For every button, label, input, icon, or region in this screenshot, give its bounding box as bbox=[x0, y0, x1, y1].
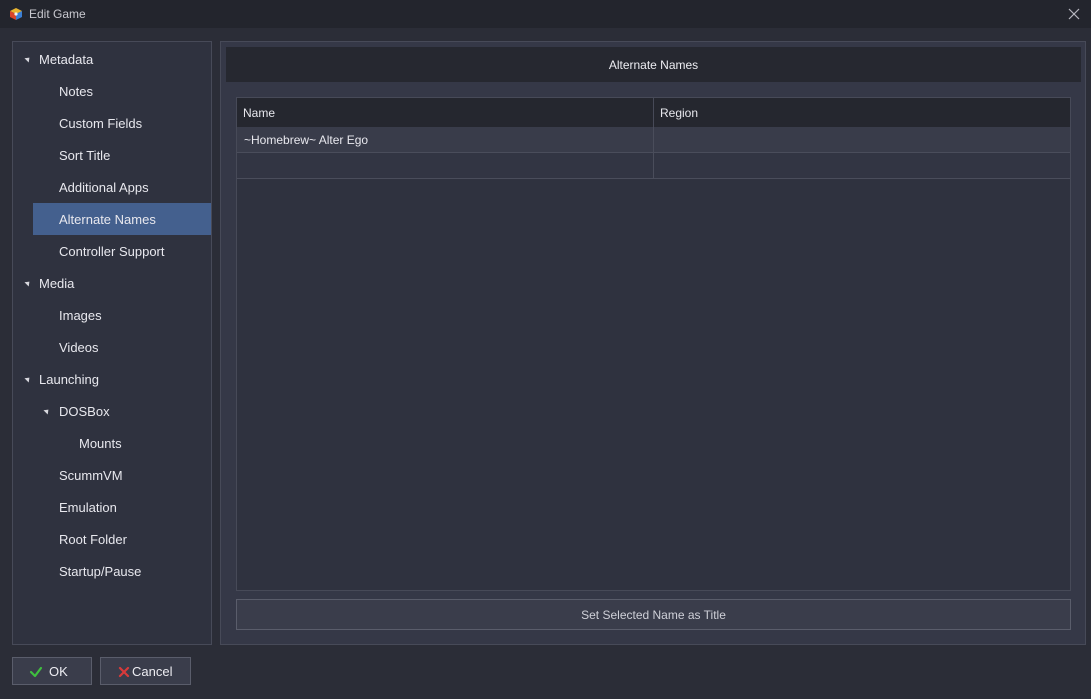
table-row-new[interactable] bbox=[237, 153, 1070, 179]
tree-item-label: Videos bbox=[59, 339, 99, 355]
launchbox-cube-icon bbox=[10, 8, 22, 20]
tree-item-label: Custom Fields bbox=[59, 115, 143, 131]
close-button[interactable] bbox=[1065, 5, 1083, 23]
tree-item-videos[interactable]: Videos bbox=[13, 331, 211, 363]
ok-label: OK bbox=[49, 664, 68, 679]
tree-item-label: ScummVM bbox=[59, 467, 123, 483]
tree-item-custom-fields[interactable]: Custom Fields bbox=[13, 107, 211, 139]
tree-item-launching[interactable]: Launching bbox=[13, 363, 211, 395]
checkmark-icon bbox=[29, 666, 43, 678]
tree-item-metadata[interactable]: Metadata bbox=[13, 43, 211, 75]
window-title: Edit Game bbox=[29, 7, 86, 21]
tree-item-label: Emulation bbox=[59, 499, 117, 515]
tree-item-root-folder[interactable]: Root Folder bbox=[13, 523, 211, 555]
sidebar-tree: Metadata Notes Custom Fields Sort Title … bbox=[12, 41, 212, 645]
title-bar: Edit Game bbox=[0, 0, 1091, 28]
tree-item-label: Startup/Pause bbox=[59, 563, 142, 579]
name-cell[interactable]: ~Homebrew~ Alter Ego bbox=[237, 127, 654, 152]
tree-item-controller-support[interactable]: Controller Support bbox=[13, 235, 211, 267]
tree-item-label: Media bbox=[39, 275, 75, 291]
tree-item-label: DOSBox bbox=[59, 403, 110, 419]
tree-item-label: Launching bbox=[39, 371, 99, 387]
tree-item-label: Metadata bbox=[39, 51, 94, 67]
tree-item-label: Alternate Names bbox=[59, 211, 156, 227]
tree-item-label: Sort Title bbox=[59, 147, 111, 163]
alternate-names-table[interactable]: Name Region ~Homebrew~ Alter Ego bbox=[236, 97, 1071, 591]
tree-item-startup-pause[interactable]: Startup/Pause bbox=[13, 555, 211, 587]
panel-header: Alternate Names bbox=[226, 47, 1081, 82]
tree-item-label: Mounts bbox=[79, 435, 122, 451]
column-header-name[interactable]: Name bbox=[237, 98, 654, 127]
tree-item-scummvm[interactable]: ScummVM bbox=[13, 459, 211, 491]
tree-item-media[interactable]: Media bbox=[13, 267, 211, 299]
table-row[interactable]: ~Homebrew~ Alter Ego bbox=[237, 127, 1070, 153]
expanded-triangle-icon[interactable] bbox=[24, 279, 32, 287]
tree-item-dosbox[interactable]: DOSBox bbox=[13, 395, 211, 427]
close-icon bbox=[1068, 8, 1080, 20]
tree-item-sort-title[interactable]: Sort Title bbox=[13, 139, 211, 171]
expanded-triangle-icon[interactable] bbox=[24, 55, 32, 63]
tree-item-mounts[interactable]: Mounts bbox=[13, 427, 211, 459]
tree-item-additional-apps[interactable]: Additional Apps bbox=[13, 171, 211, 203]
cancel-button[interactable]: Cancel bbox=[100, 657, 191, 685]
expanded-triangle-icon[interactable] bbox=[24, 375, 32, 383]
tree-item-notes[interactable]: Notes bbox=[13, 75, 211, 107]
column-header-region[interactable]: Region bbox=[654, 98, 1070, 127]
tree-item-emulation[interactable]: Emulation bbox=[13, 491, 211, 523]
tree-item-alternate-names[interactable]: Alternate Names bbox=[33, 203, 211, 235]
tree-item-label: Root Folder bbox=[59, 531, 127, 547]
table-header: Name Region bbox=[237, 98, 1070, 127]
ok-button[interactable]: OK bbox=[12, 657, 92, 685]
tree-item-label: Images bbox=[59, 307, 102, 323]
region-cell[interactable] bbox=[654, 127, 1070, 152]
cancel-label: Cancel bbox=[132, 664, 173, 679]
expanded-triangle-icon[interactable] bbox=[43, 407, 51, 415]
x-cancel-icon bbox=[118, 666, 130, 678]
tree-item-label: Notes bbox=[59, 83, 93, 99]
region-cell[interactable] bbox=[654, 153, 1070, 178]
set-selected-name-as-title-button[interactable]: Set Selected Name as Title bbox=[236, 599, 1071, 630]
tree-item-images[interactable]: Images bbox=[13, 299, 211, 331]
alternate-names-panel: Alternate Names Name Region ~Homebrew~ A… bbox=[220, 41, 1086, 645]
tree-item-label: Additional Apps bbox=[59, 179, 149, 195]
name-cell[interactable] bbox=[237, 153, 654, 178]
tree-item-label: Controller Support bbox=[59, 243, 165, 259]
